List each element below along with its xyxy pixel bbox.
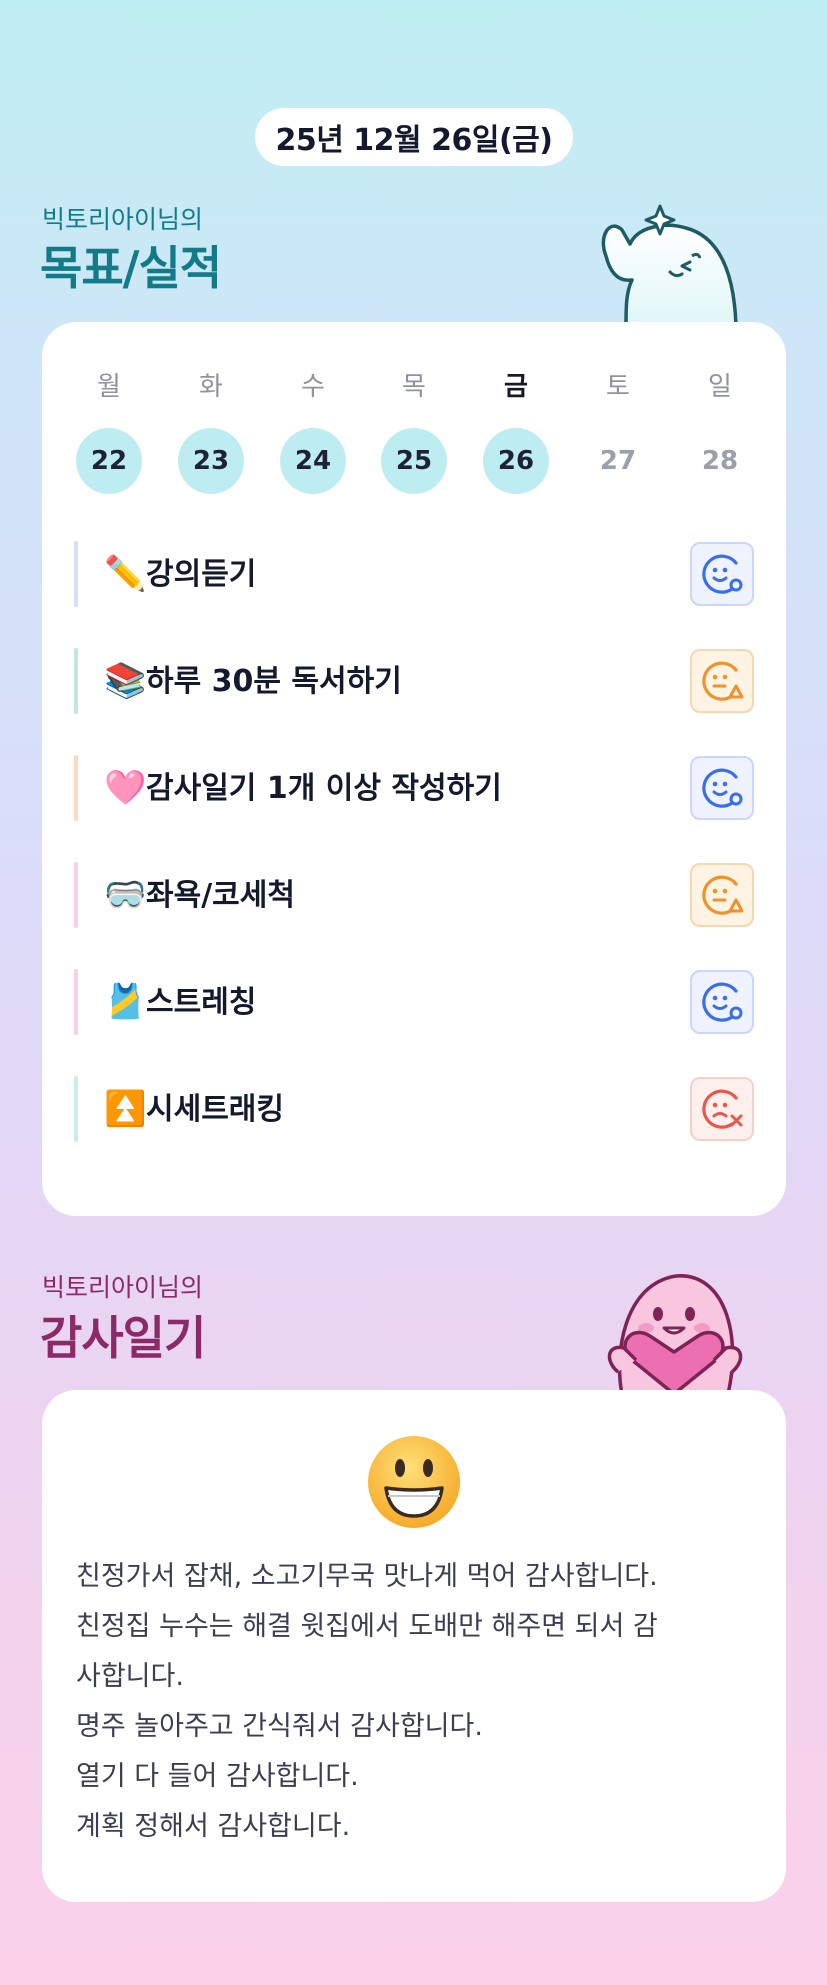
grinning-face-icon [368,1436,460,1528]
diary-line: 계획 정해서 감사합니다. [76,1811,351,1842]
books-icon: 📚 [104,661,147,701]
running-shirt-icon: 🎽 [104,982,147,1022]
status-partial-button[interactable] [690,863,754,927]
day-date: 24 [280,428,346,494]
day-name: 금 [504,372,528,402]
goals-section-title: 목표/실적 [40,241,222,295]
day-name: 화 [199,372,223,402]
goal-label: 스트레칭 [146,985,257,1020]
smile-face-icon [702,554,743,594]
diary-owner-line: 빅토리아이님의 [42,1273,204,1302]
diary-line: 친정가서 잡채, 소고기무국 맛나게 먹어 감사합니다. [76,1561,658,1592]
goal-row[interactable]: 🎽 스트레칭 [74,967,754,1037]
diary-line: 열기 다 들어 감사합니다. [76,1761,359,1792]
pink-heart-icon: 🩷 [104,768,147,808]
status-failed-button[interactable] [690,1077,754,1141]
diary-section-title: 감사일기 [40,1311,206,1365]
diary-line: 친정집 누수는 해결 윗집에서 도배만 해주면 되서 감 [76,1611,658,1642]
smile-face-icon [702,982,743,1022]
day-date: 26 [483,428,549,494]
goals-card: 월 22 화 23 수 24 목 25 금 26 토 27 일 28 ✏️ 강의… [42,322,786,1216]
goal-row[interactable]: 🩷 감사일기 1개 이상 작성하기 [74,753,754,823]
date-pill[interactable]: 25년 12월 26일(금) [255,108,573,166]
day-name: 일 [708,372,732,402]
sad-face-icon [702,1089,743,1129]
day-name: 목 [402,372,426,402]
day-date: 27 [599,446,637,476]
goal-row[interactable]: ⏫ 시세트래킹 [74,1074,754,1144]
status-achieved-button[interactable] [690,970,754,1034]
goal-label: 감사일기 1개 이상 작성하기 [146,771,502,806]
goal-label: 하루 30분 독서하기 [146,664,402,699]
goal-label: 좌욕/코세척 [146,878,295,913]
day-date: 25 [381,428,447,494]
goal-color-bar [74,862,78,928]
day-date: 23 [178,428,244,494]
goals-owner-line: 빅토리아이님의 [42,205,204,234]
diary-card: 친정가서 잡채, 소고기무국 맛나게 먹어 감사합니다. 친정집 누수는 해결 … [42,1390,786,1902]
goal-color-bar [74,755,78,821]
neutral-face-icon [702,661,744,701]
status-achieved-button[interactable] [690,756,754,820]
diary-line: 명주 놀아주고 간식줘서 감사합니다. [76,1711,483,1742]
goal-row[interactable]: 🥽 좌욕/코세척 [74,860,754,930]
double-up-arrow-icon: ⏫ [104,1089,147,1129]
goal-color-bar [74,541,78,607]
diary-entry-text: 친정가서 잡채, 소고기무국 맛나게 먹어 감사합니다. 친정집 누수는 해결 … [76,1552,756,1852]
day-name: 월 [97,372,121,402]
goal-color-bar [74,1076,78,1142]
neutral-face-icon [702,875,744,915]
goggles-icon: 🥽 [104,875,147,915]
pencil-icon: ✏️ [104,554,147,594]
smile-face-icon [702,768,743,808]
heart-mascot-illustration [607,1274,743,1394]
week-calendar: 월 22 화 23 수 24 목 25 금 26 토 27 일 28 [42,322,786,494]
day-name: 토 [606,372,630,402]
day-date: 22 [76,428,142,494]
current-date: 25년 12월 26일(금) [275,123,553,158]
status-partial-button[interactable] [690,649,754,713]
goal-row[interactable]: 📚 하루 30분 독서하기 [74,646,754,716]
goal-color-bar [74,648,78,714]
goal-row[interactable]: ✏️ 강의듣기 [74,539,754,609]
ghost-mascot-illustration [601,204,738,326]
status-achieved-button[interactable] [690,542,754,606]
goal-label: 시세트래킹 [146,1092,284,1127]
goal-color-bar [74,969,78,1035]
goal-label: 강의듣기 [146,557,257,592]
diary-line: 사합니다. [76,1661,184,1692]
day-date: 28 [701,446,739,476]
day-name: 수 [301,372,325,402]
